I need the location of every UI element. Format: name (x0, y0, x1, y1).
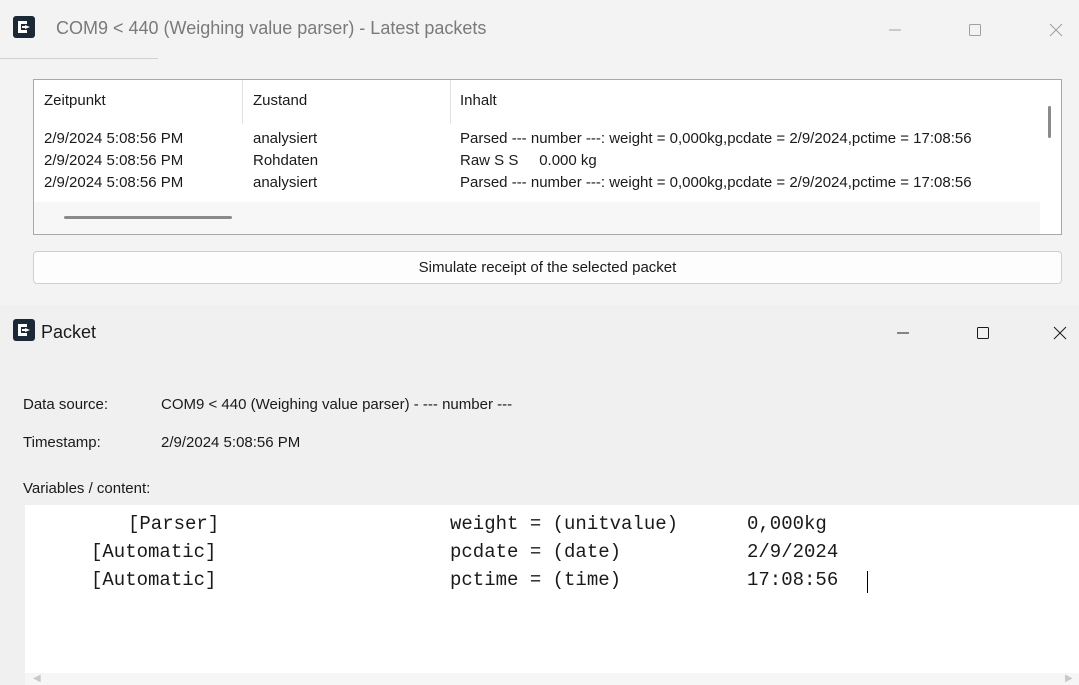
column-header-inhalt[interactable]: Inhalt (460, 92, 497, 109)
variable-source: [Automatic] (91, 569, 217, 591)
column-separator[interactable] (450, 80, 451, 124)
table-row[interactable]: 2/9/2024 5:08:56 PM analysiert Parsed --… (34, 174, 1042, 196)
title-bar[interactable]: COM9 < 440 (Weighing value parser) - Lat… (0, 0, 1079, 62)
divider (0, 58, 158, 59)
cell-zeitpunkt: 2/9/2024 5:08:56 PM (44, 174, 184, 191)
scrollbar-thumb[interactable] (1048, 106, 1051, 138)
variables-label: Variables / content: (23, 480, 151, 497)
close-icon (1053, 326, 1067, 340)
column-header-zeitpunkt[interactable]: Zeitpunkt (44, 92, 106, 109)
table-row[interactable]: 2/9/2024 5:08:56 PM analysiert Parsed --… (34, 130, 1042, 152)
horizontal-scrollbar[interactable]: ◀ ▶ (25, 673, 1079, 685)
timestamp-value: 2/9/2024 5:08:56 PM (161, 434, 301, 451)
data-source-label: Data source: (23, 396, 109, 413)
variable-value: 17:08:56 (747, 569, 839, 591)
app-logo-icon (13, 16, 35, 38)
close-icon (1049, 23, 1063, 37)
window-title: Packet (41, 322, 97, 342)
packet-window: Packet Data source: COM9 < 440 (Weighing… (0, 305, 1079, 685)
title-bar[interactable]: Packet (0, 305, 1079, 359)
variable-expression: pcdate = (date) (450, 541, 622, 563)
variable-source: [Automatic] (91, 541, 217, 563)
close-button[interactable] (1037, 313, 1079, 353)
variable-expression: weight = (unitvalue) (450, 513, 679, 535)
variables-content-editor[interactable]: [Parser] weight = (unitvalue) 0,000kg [A… (25, 505, 1079, 685)
variable-expression: pctime = (time) (450, 569, 622, 591)
minimize-button[interactable] (880, 313, 926, 353)
scrollbar-thumb[interactable] (64, 216, 232, 219)
cell-zustand: Rohdaten (253, 152, 319, 169)
table-row[interactable]: 2/9/2024 5:08:56 PM Rohdaten Raw S S 0.0… (34, 152, 1042, 174)
app-logo-icon (13, 319, 35, 341)
maximize-icon (977, 327, 989, 339)
window-title: COM9 < 440 (Weighing value parser) - Lat… (56, 18, 487, 38)
cell-zustand: analysiert (253, 130, 318, 147)
vertical-scrollbar[interactable] (1040, 80, 1061, 234)
variable-source: [Parser] (128, 513, 220, 535)
minimize-button[interactable] (872, 10, 918, 50)
close-button[interactable] (1033, 10, 1079, 50)
text-cursor (867, 571, 868, 593)
list-header: Zeitpunkt Zustand Inhalt (34, 80, 1042, 124)
scroll-left-arrow-icon[interactable]: ◀ (33, 673, 41, 684)
latest-packets-window: COM9 < 440 (Weighing value parser) - Lat… (0, 0, 1079, 305)
minimize-icon (889, 29, 901, 31)
column-header-zustand[interactable]: Zustand (253, 92, 307, 109)
cell-inhalt: Parsed --- number ---: weight = 0,000kg,… (460, 174, 972, 191)
variable-value: 2/9/2024 (747, 541, 839, 563)
maximize-icon (969, 24, 981, 36)
maximize-button[interactable] (952, 10, 998, 50)
maximize-button[interactable] (960, 313, 1006, 353)
simulate-receipt-button[interactable]: Simulate receipt of the selected packet (33, 251, 1062, 284)
cell-zeitpunkt: 2/9/2024 5:08:56 PM (44, 152, 184, 169)
cell-zeitpunkt: 2/9/2024 5:08:56 PM (44, 130, 184, 147)
packets-list[interactable]: Zeitpunkt Zustand Inhalt 2/9/2024 5:08:5… (33, 79, 1062, 235)
minimize-icon (897, 332, 909, 334)
timestamp-label: Timestamp: (23, 434, 101, 451)
cell-inhalt: Raw S S 0.000 kg (460, 152, 597, 169)
horizontal-scrollbar[interactable] (34, 202, 1042, 234)
column-separator[interactable] (242, 80, 243, 124)
cell-inhalt: Parsed --- number ---: weight = 0,000kg,… (460, 130, 972, 147)
scroll-right-arrow-icon[interactable]: ▶ (1065, 673, 1073, 684)
data-source-value: COM9 < 440 (Weighing value parser) - ---… (161, 396, 513, 413)
cell-zustand: analysiert (253, 174, 318, 191)
variable-value: 0,000kg (747, 513, 827, 535)
